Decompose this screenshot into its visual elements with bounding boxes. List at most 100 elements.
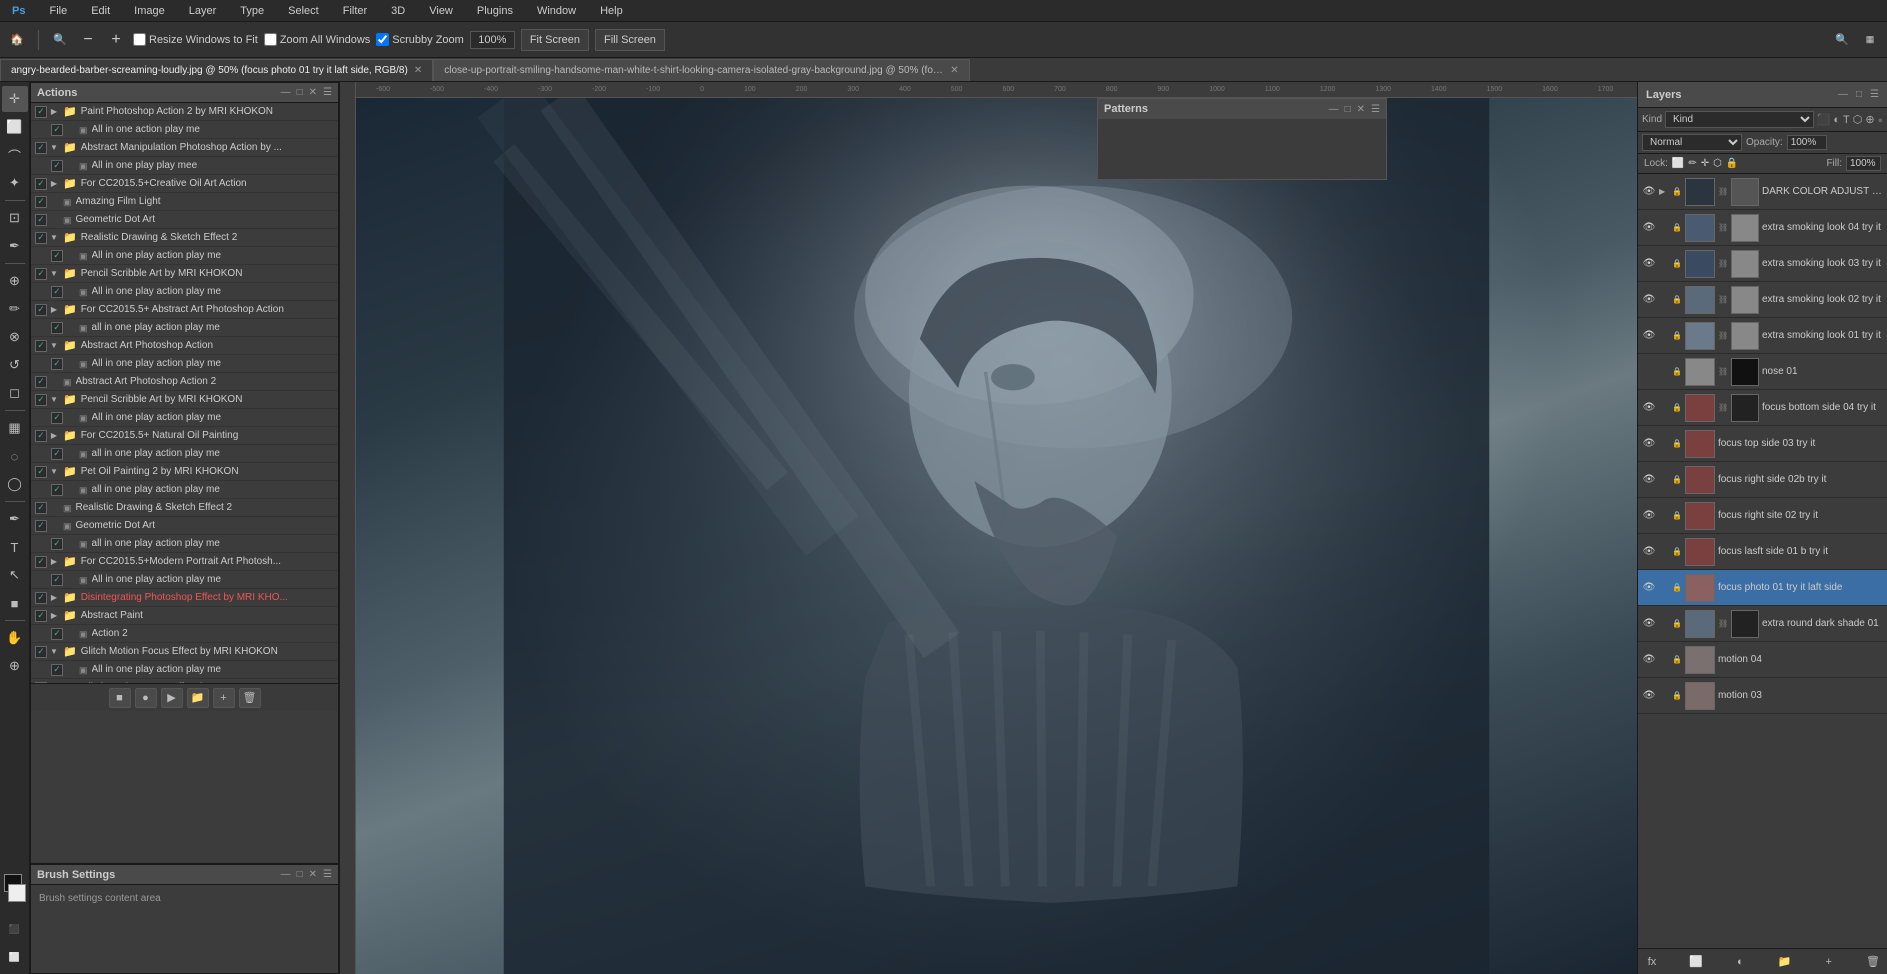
action-check-8[interactable]: ✓: [51, 250, 63, 262]
home-icon[interactable]: 🏠: [6, 29, 28, 51]
action-expand-4[interactable]: ▶: [49, 179, 59, 189]
layer-item-13[interactable]: 👁🔒motion 04: [1638, 642, 1887, 678]
action-check-6[interactable]: ✓: [35, 214, 47, 226]
action-expand-22[interactable]: [49, 503, 59, 513]
layer-item-11[interactable]: 👁🔒focus photo 01 try it laft side: [1638, 570, 1887, 606]
stop-recording-btn[interactable]: ■: [109, 688, 131, 708]
resize-windows-checkbox[interactable]: Resize Windows to Fit: [133, 33, 258, 46]
layer-visibility-7[interactable]: 👁: [1642, 437, 1656, 451]
action-expand-23[interactable]: [49, 521, 59, 531]
action-expand-14[interactable]: [65, 359, 75, 369]
action-check-22[interactable]: ✓: [35, 502, 47, 514]
pixel-filter-icon[interactable]: ⬛: [1817, 113, 1831, 126]
action-expand-10[interactable]: [65, 287, 75, 297]
action-item-10[interactable]: ✓▣All in one play action play me: [31, 283, 338, 301]
action-expand-30[interactable]: ▼: [49, 647, 59, 657]
action-check-2[interactable]: ✓: [35, 142, 47, 154]
layer-visibility-13[interactable]: 👁: [1642, 653, 1656, 667]
action-expand-21[interactable]: [65, 485, 75, 495]
canvas-area[interactable]: -600-500 -400-300 -200-100 0100 200300 4…: [340, 82, 1637, 974]
create-folder-btn[interactable]: 📁: [187, 688, 209, 708]
action-item-24[interactable]: ✓▣all in one play action play me: [31, 535, 338, 553]
healing-tool[interactable]: ⊕: [2, 268, 28, 294]
record-btn[interactable]: ●: [135, 688, 157, 708]
action-item-15[interactable]: ✓▣Abstract Art Photoshop Action 2: [31, 373, 338, 391]
action-item-14[interactable]: ✓▣All in one play action play me: [31, 355, 338, 373]
action-expand-24[interactable]: [65, 539, 75, 549]
action-expand-28[interactable]: ▶: [49, 611, 59, 621]
new-group-btn[interactable]: 📁: [1775, 953, 1795, 971]
zoom-tool-icon[interactable]: 🔍: [49, 29, 71, 51]
filter-toggle[interactable]: ●: [1878, 115, 1883, 125]
layer-visibility-6[interactable]: 👁: [1642, 401, 1656, 415]
action-check-30[interactable]: ✓: [35, 646, 47, 658]
lock-all-btn[interactable]: 🔒: [1726, 158, 1738, 169]
patterns-expand-btn[interactable]: □: [1345, 104, 1351, 115]
layer-item-1[interactable]: 👁🔒⛓extra smoking look 04 try it: [1638, 210, 1887, 246]
action-check-16[interactable]: ✓: [35, 394, 47, 406]
menu-image[interactable]: Image: [130, 3, 169, 19]
menu-filter[interactable]: Filter: [339, 3, 371, 19]
action-expand-3[interactable]: [65, 161, 75, 171]
search-icon-right[interactable]: 🔍: [1831, 29, 1853, 51]
layers-menu-btn[interactable]: ☰: [1870, 89, 1879, 100]
fit-screen-button[interactable]: Fit Screen: [521, 29, 589, 51]
action-expand-20[interactable]: ▼: [49, 467, 59, 477]
action-check-21[interactable]: ✓: [51, 484, 63, 496]
layer-visibility-3[interactable]: 👁: [1642, 293, 1656, 307]
layer-expand-0[interactable]: ▶: [1659, 187, 1669, 196]
action-expand-5[interactable]: [49, 197, 59, 207]
menu-select[interactable]: Select: [284, 3, 323, 19]
layer-item-8[interactable]: 👁🔒focus right side 02b try it: [1638, 462, 1887, 498]
action-check-13[interactable]: ✓: [35, 340, 47, 352]
menu-help[interactable]: Help: [596, 3, 627, 19]
action-check-4[interactable]: ✓: [35, 178, 47, 190]
path-select-tool[interactable]: ↖: [2, 562, 28, 588]
layer-visibility-8[interactable]: 👁: [1642, 473, 1656, 487]
action-item-18[interactable]: ✓▶📁For CC2015.5+ Natural Oil Painting: [31, 427, 338, 445]
brush-minimize-btn[interactable]: —: [281, 869, 291, 880]
type-filter-icon[interactable]: T: [1843, 114, 1850, 126]
menu-edit[interactable]: Edit: [87, 3, 114, 19]
action-check-0[interactable]: ✓: [35, 106, 47, 118]
lock-transparent-btn[interactable]: ⬜: [1672, 158, 1684, 169]
action-item-2[interactable]: ✓▼📁Abstract Manipulation Photoshop Actio…: [31, 139, 338, 157]
delete-action-btn[interactable]: 🗑: [239, 688, 261, 708]
menu-plugins[interactable]: Plugins: [473, 3, 517, 19]
action-item-28[interactable]: ✓▶📁Abstract Paint: [31, 607, 338, 625]
action-expand-9[interactable]: ▼: [49, 269, 59, 279]
hand-tool[interactable]: ✋: [2, 625, 28, 651]
tab-0[interactable]: angry-bearded-barber-screaming-loudly.jp…: [0, 59, 433, 81]
lock-position-btn[interactable]: ✛: [1701, 158, 1709, 169]
action-item-11[interactable]: ✓▶📁For CC2015.5+ Abstract Art Photoshop …: [31, 301, 338, 319]
magic-wand-tool[interactable]: ✦: [2, 170, 28, 196]
action-expand-15[interactable]: [49, 377, 59, 387]
layer-item-10[interactable]: 👁🔒focus lasft side 01 b try it: [1638, 534, 1887, 570]
fill-input[interactable]: [1846, 156, 1881, 171]
layer-visibility-0[interactable]: 👁: [1642, 185, 1656, 199]
action-item-21[interactable]: ✓▣all in one play action play me: [31, 481, 338, 499]
action-check-10[interactable]: ✓: [51, 286, 63, 298]
blur-tool[interactable]: ◌: [2, 443, 28, 469]
actions-menu-btn[interactable]: ☰: [323, 87, 332, 98]
action-item-31[interactable]: ✓▣All in one play action play me: [31, 661, 338, 679]
patterns-menu-btn[interactable]: ☰: [1371, 104, 1380, 115]
action-check-5[interactable]: ✓: [35, 196, 47, 208]
delete-layer-btn[interactable]: 🗑: [1863, 953, 1883, 971]
layer-fx-btn[interactable]: fx: [1642, 953, 1662, 971]
layer-item-4[interactable]: 👁🔒⛓extra smoking look 01 try it: [1638, 318, 1887, 354]
action-check-9[interactable]: ✓: [35, 268, 47, 280]
action-item-13[interactable]: ✓▼📁Abstract Art Photoshop Action: [31, 337, 338, 355]
adjustment-filter-icon[interactable]: ◐: [1833, 114, 1840, 126]
layer-visibility-2[interactable]: 👁: [1642, 257, 1656, 271]
actions-expand-btn[interactable]: □: [297, 87, 303, 98]
action-item-25[interactable]: ✓▶📁For CC2015.5+Modern Portrait Art Phot…: [31, 553, 338, 571]
scrubby-zoom-checkbox[interactable]: Scrubby Zoom: [376, 33, 464, 46]
layer-visibility-1[interactable]: 👁: [1642, 221, 1656, 235]
blend-mode-select[interactable]: Normal: [1642, 134, 1742, 151]
layer-visibility-10[interactable]: 👁: [1642, 545, 1656, 559]
action-check-12[interactable]: ✓: [51, 322, 63, 334]
background-color[interactable]: [8, 884, 26, 902]
action-check-3[interactable]: ✓: [51, 160, 63, 172]
action-expand-16[interactable]: ▼: [49, 395, 59, 405]
